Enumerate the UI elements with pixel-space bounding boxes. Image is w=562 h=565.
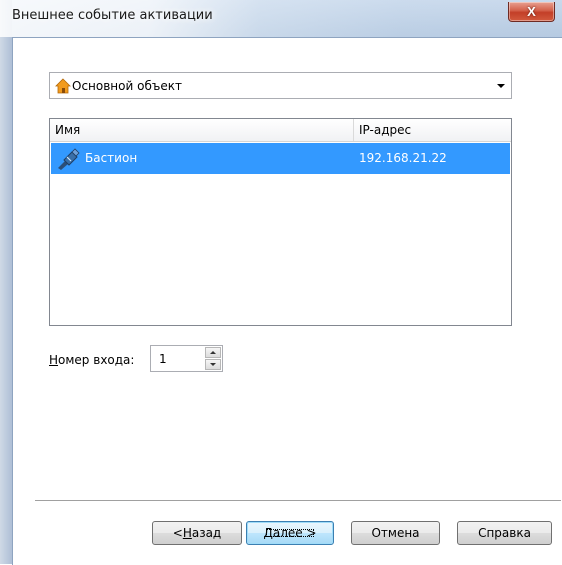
spinner-buttons — [205, 347, 221, 370]
input-label-accel: Н — [49, 353, 59, 367]
close-button[interactable]: X — [508, 2, 555, 22]
input-label-text: омер входа: — [58, 353, 135, 367]
help-button[interactable]: Справка — [457, 521, 552, 545]
list-header: Имя IP-адрес — [50, 119, 511, 142]
window-frame-edge — [0, 0, 12, 564]
object-select-value: Основной объект — [72, 79, 182, 93]
cancel-button[interactable]: Отмена — [351, 521, 440, 545]
window-title: Внешнее событие активации — [12, 8, 213, 23]
house-icon — [55, 78, 71, 94]
close-icon: X — [527, 4, 536, 19]
footer-divider — [35, 500, 561, 501]
next-button-focus: Далее > — [263, 526, 316, 540]
back-button[interactable]: < Назад — [152, 521, 242, 545]
list-row-selected[interactable]: Бастион 192.168.21.22 — [51, 143, 510, 174]
device-list[interactable]: Имя IP-адрес Бастион 192.168.21.22 — [49, 118, 512, 326]
column-header-name[interactable]: Имя — [55, 123, 80, 137]
next-button[interactable]: Далее > — [246, 521, 334, 545]
title-bar[interactable]: Внешнее событие активации X — [0, 0, 562, 37]
dialog-body: Основной объект Имя IP-адрес Бастион 192… — [12, 37, 562, 565]
row-name: Бастион — [85, 151, 138, 165]
input-number-value[interactable]: 1 — [159, 352, 167, 366]
object-select[interactable]: Основной объект — [49, 72, 512, 99]
spin-down-button[interactable] — [205, 359, 221, 370]
next-button-label: алее > — [272, 526, 317, 540]
input-number-spinner[interactable]: 1 — [150, 345, 223, 372]
next-button-accel: Д — [263, 526, 273, 540]
row-ip: 192.168.21.22 — [359, 151, 447, 165]
help-button-label: Справка — [478, 526, 531, 540]
column-header-ip[interactable]: IP-адрес — [359, 123, 411, 137]
back-button-label: азад — [191, 526, 222, 540]
spin-up-button[interactable] — [205, 347, 221, 358]
input-number-label: Номер входа: — [49, 353, 134, 367]
device-icon — [58, 148, 80, 170]
column-divider[interactable] — [353, 119, 354, 141]
chevron-down-icon[interactable] — [497, 84, 505, 88]
arrow-up-icon — [210, 351, 216, 354]
back-button-accel: Н — [182, 526, 192, 540]
arrow-down-icon — [210, 363, 216, 366]
cancel-button-label: Отмена — [371, 526, 420, 540]
back-button-prefix: < — [172, 526, 183, 540]
